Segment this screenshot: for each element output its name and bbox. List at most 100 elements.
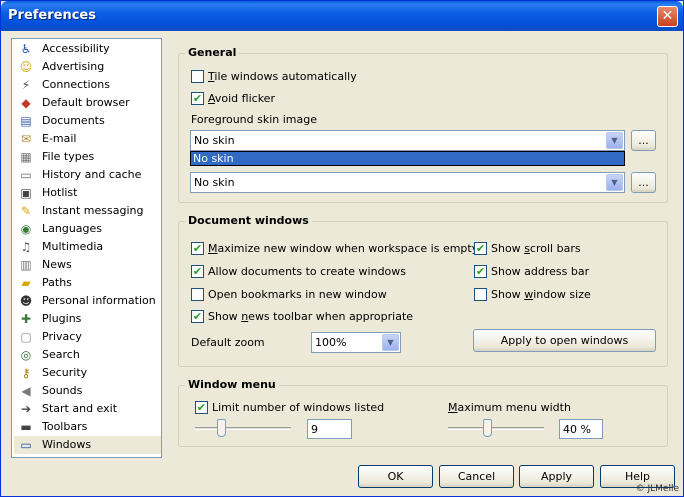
window-title: Preferences (8, 8, 96, 23)
sidebar-item-personal-information[interactable]: ☻ Personal information (14, 292, 161, 310)
sidebar-item-hotlist[interactable]: ▣ Hotlist (14, 184, 161, 202)
open-bookmarks-checkbox[interactable] (191, 288, 204, 301)
foreground-skin-value: No skin (194, 134, 235, 147)
chevron-down-icon[interactable]: ▼ (606, 174, 623, 191)
default-zoom-select[interactable]: 100% ▼ (311, 332, 401, 353)
apply-to-open-windows-button[interactable]: Apply to open windows (473, 329, 656, 352)
sidebar-item-label: Privacy (42, 330, 82, 343)
sidebar-item-privacy[interactable]: ▢ Privacy (14, 328, 161, 346)
foreground-skin-select[interactable]: No skin ▼ (190, 130, 625, 151)
preferences-category-list[interactable]: ♿ Accessibility ☺ Advertising ⚡ Connections ◆ D… (11, 38, 162, 458)
sidebar-item-label: History and cache (42, 168, 142, 181)
sidebar-item-sounds[interactable]: ◀ Sounds (14, 382, 161, 400)
foreground-skin-browse-button[interactable]: ... (631, 130, 656, 151)
sidebar-item-label: Search (42, 348, 80, 361)
sidebar-item-windows[interactable]: ▭ Windows (14, 436, 161, 454)
check-icon: ✔ (192, 265, 203, 278)
max-menu-width-label: Maximum menu width (448, 401, 571, 414)
avoid-flicker-label: Avoid flicker (208, 92, 275, 105)
cancel-button[interactable]: Cancel (439, 465, 514, 488)
max-menu-width-value: 40 % (563, 423, 591, 436)
sidebar-item-default-browser[interactable]: ◆ Default browser (14, 94, 161, 112)
ok-button[interactable]: OK (358, 465, 433, 488)
max-menu-width-input[interactable]: 40 % (559, 419, 603, 439)
chevron-down-icon[interactable]: ▼ (382, 334, 399, 351)
check-icon: ✔ (192, 242, 203, 255)
sidebar-item-label: News (42, 258, 72, 271)
tile-windows-label: Tile windows automatically (208, 70, 357, 83)
background-skin-browse-button[interactable]: ... (631, 172, 656, 193)
show-news-toolbar-label: Show news toolbar when appropriate (208, 310, 414, 323)
allow-documents-checkbox[interactable]: ✔ (191, 265, 204, 278)
sidebar-item-paths[interactable]: ▰ Paths (14, 274, 161, 292)
max-menu-width-slider-thumb[interactable] (482, 419, 492, 437)
skin-dropdown-list[interactable]: No skin (190, 151, 625, 166)
sidebar-item-toolbars[interactable]: ▬ Toolbars (14, 418, 161, 436)
dropdown-option-no-skin[interactable]: No skin (193, 152, 234, 165)
sidebar-item-label: Instant messaging (42, 204, 144, 217)
sidebar-item-plugins[interactable]: ✚ Plugins (14, 310, 161, 328)
messaging-icon: ✎ (20, 204, 32, 218)
limit-windows-input[interactable]: 9 (307, 419, 352, 439)
show-address-bar-checkbox[interactable]: ✔ (474, 265, 487, 278)
sidebar-item-languages[interactable]: ◉ Languages (14, 220, 161, 238)
sidebar-item-instant-messaging[interactable]: ✎ Instant messaging (14, 202, 161, 220)
sidebar-item-accessibility[interactable]: ♿ Accessibility (14, 40, 161, 58)
limit-windows-slider[interactable] (195, 427, 291, 430)
sidebar-item-label: Start and exit (42, 402, 118, 415)
cache-icon: ▭ (20, 168, 32, 182)
sidebar-item-e-mail[interactable]: ✉ E-mail (14, 130, 161, 148)
sidebar-item-label: Default browser (42, 96, 130, 109)
show-window-size-checkbox[interactable] (474, 288, 487, 301)
sidebar-item-label: Sounds (42, 384, 83, 397)
sidebar-item-documents[interactable]: ▤ Documents (14, 112, 161, 130)
copyright-text: © JLMelle (635, 484, 679, 494)
sidebar-item-security[interactable]: ⚷ Security (14, 364, 161, 382)
plug-icon: ⚡ (21, 78, 31, 92)
limit-windows-value: 9 (311, 423, 318, 436)
sidebar-item-label: Windows (42, 438, 92, 451)
background-skin-select[interactable]: No skin ▼ (190, 172, 625, 193)
folder-icon: ▰ (21, 276, 31, 290)
toolbars-icon: ▬ (20, 420, 32, 434)
sidebar-item-advertising[interactable]: ☺ Advertising (14, 58, 161, 76)
file-types-icon: ▦ (20, 150, 32, 164)
avoid-flicker-checkbox[interactable]: ✔ (191, 92, 204, 105)
limit-windows-slider-thumb[interactable] (216, 419, 226, 437)
title-bar[interactable]: Preferences ✕ (1, 1, 683, 31)
chevron-down-icon[interactable]: ▼ (606, 132, 623, 149)
sidebar-item-search[interactable]: ◎ Search (14, 346, 161, 364)
background-skin-value: No skin (194, 176, 235, 189)
start-exit-icon: ➔ (20, 402, 32, 416)
sidebar-item-file-types[interactable]: ▦ File types (14, 148, 161, 166)
sidebar-item-label: Hotlist (42, 186, 78, 199)
allow-documents-label: Allow documents to create windows (208, 265, 407, 278)
sidebar-item-label: File types (42, 150, 95, 163)
person-icon: ☻ (19, 294, 33, 308)
news-icon: ▥ (20, 258, 32, 272)
sidebar-item-label: Connections (42, 78, 110, 91)
accessibility-icon: ♿ (20, 42, 32, 56)
sidebar-item-news[interactable]: ▥ News (14, 256, 161, 274)
envelope-icon: ✉ (20, 132, 32, 146)
show-scroll-bars-checkbox[interactable]: ✔ (474, 242, 487, 255)
documents-icon: ▤ (20, 114, 32, 128)
sidebar-item-history-and-cache[interactable]: ▭ History and cache (14, 166, 161, 184)
tile-windows-checkbox[interactable] (191, 70, 204, 83)
sidebar-item-connections[interactable]: ⚡ Connections (14, 76, 161, 94)
apply-button[interactable]: Apply (519, 465, 594, 488)
max-menu-width-slider[interactable] (448, 427, 544, 430)
multimedia-icon: ♫ (20, 240, 32, 254)
windows-icon: ▭ (20, 438, 32, 452)
sidebar-item-label: Accessibility (42, 42, 110, 55)
sidebar-item-label: Documents (42, 114, 105, 127)
sidebar-item-label: Multimedia (42, 240, 104, 253)
sidebar-item-label: Toolbars (42, 420, 88, 433)
show-news-toolbar-checkbox[interactable]: ✔ (191, 310, 204, 323)
preferences-window: Preferences ✕ ♿ Accessibility ☺ Advertising… (0, 0, 684, 497)
maximize-new-window-checkbox[interactable]: ✔ (191, 242, 204, 255)
close-button[interactable]: ✕ (657, 6, 678, 27)
limit-windows-checkbox[interactable]: ✔ (195, 401, 208, 414)
sidebar-item-start-and-exit[interactable]: ➔ Start and exit (14, 400, 161, 418)
sidebar-item-multimedia[interactable]: ♫ Multimedia (14, 238, 161, 256)
